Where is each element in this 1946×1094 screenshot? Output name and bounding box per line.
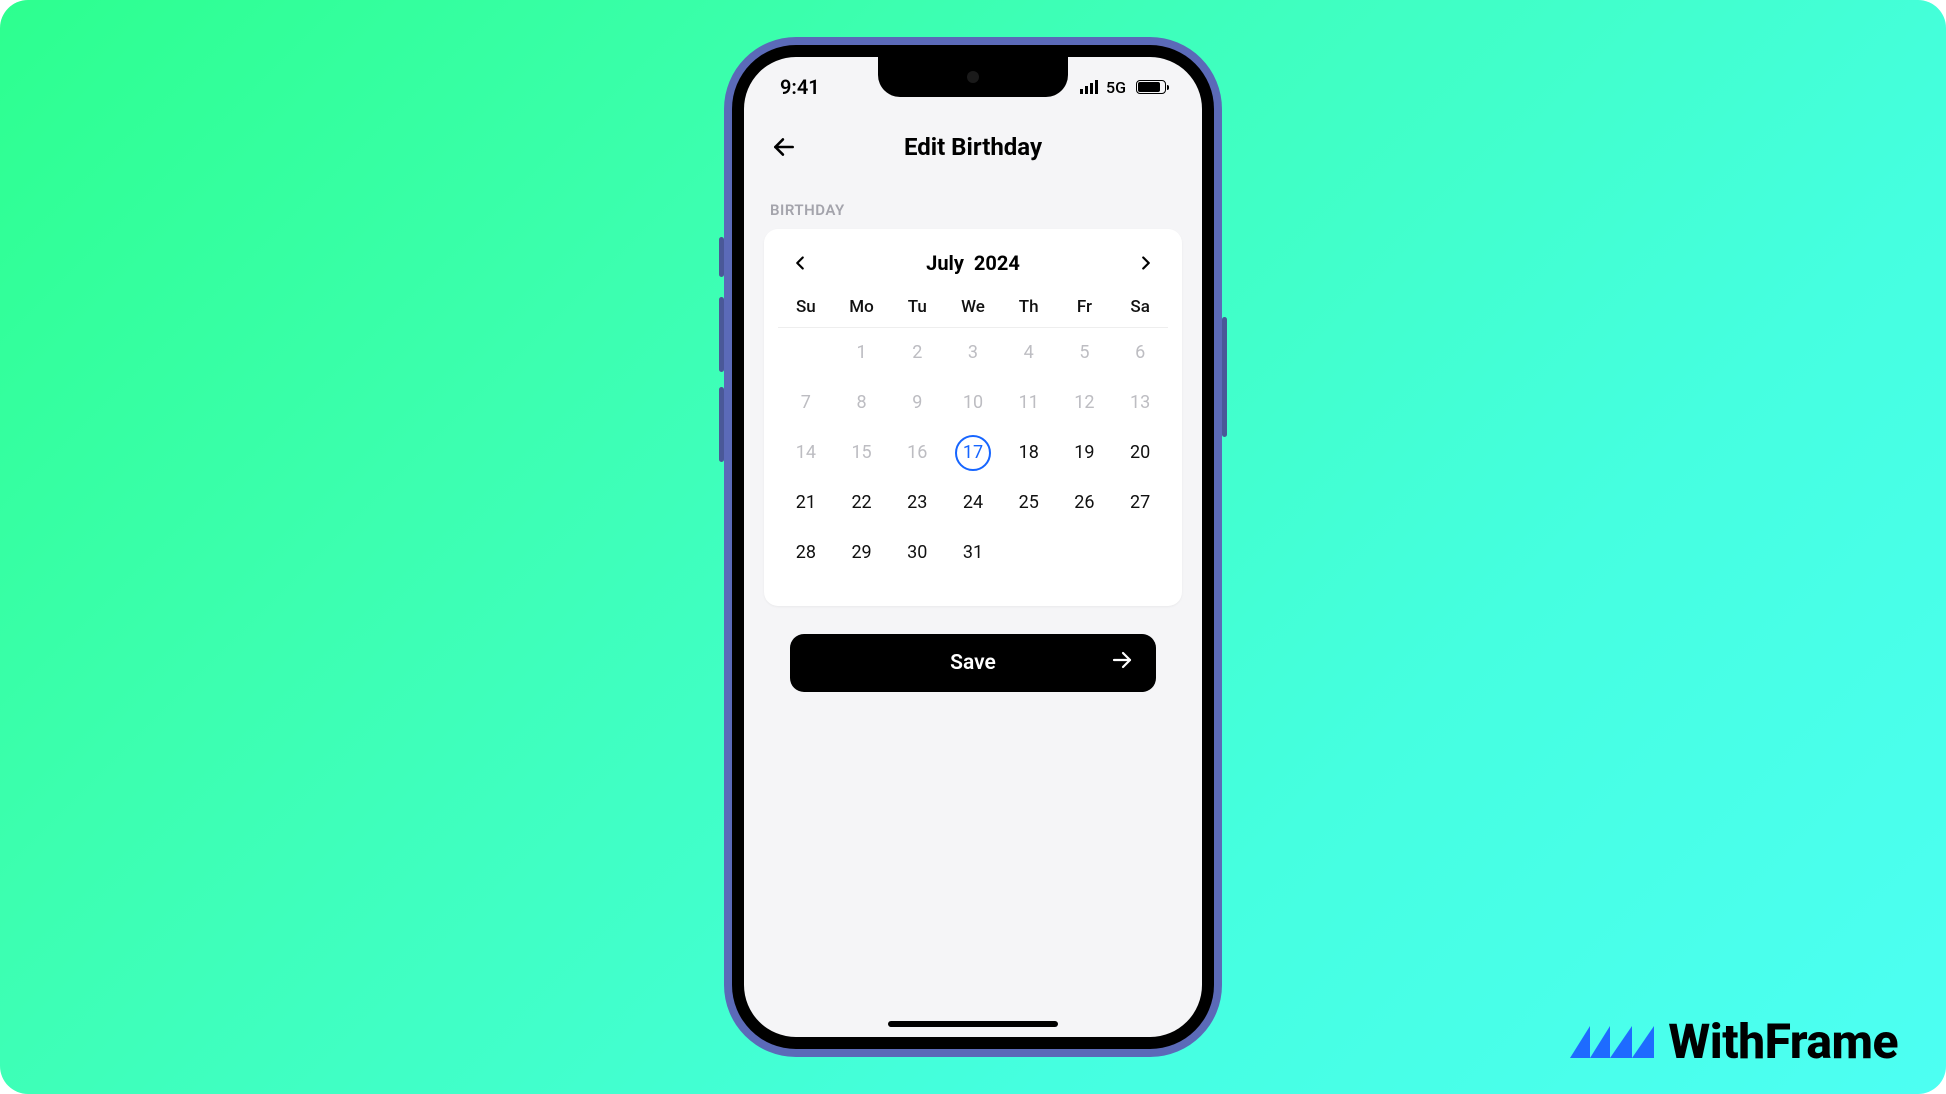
calendar-day-cell[interactable]: 17 bbox=[945, 428, 1001, 478]
calendar-day-cell[interactable]: 13 bbox=[1112, 378, 1168, 428]
calendar-day-cell[interactable]: 25 bbox=[1001, 478, 1057, 528]
calendar-month-year: July 2024 bbox=[926, 251, 1020, 275]
calendar-day-cell[interactable]: 31 bbox=[945, 528, 1001, 578]
save-button-label: Save bbox=[950, 651, 996, 675]
calendar-day-cell[interactable]: 20 bbox=[1112, 428, 1168, 478]
calendar-day-cell[interactable]: 26 bbox=[1057, 478, 1113, 528]
promo-background: 9:41 5G Edit Birthday bbox=[0, 0, 1946, 1094]
calendar-day-cell[interactable]: 8 bbox=[834, 378, 890, 428]
calendar-month-label: July bbox=[926, 251, 964, 275]
withframe-brand-text: WithFrame bbox=[1668, 1013, 1898, 1070]
home-indicator bbox=[888, 1021, 1058, 1027]
app-header: Edit Birthday bbox=[744, 119, 1202, 175]
withframe-brand: WithFrame bbox=[1570, 1013, 1898, 1070]
chevron-right-icon bbox=[1135, 252, 1157, 274]
calendar-day-cell[interactable]: 14 bbox=[778, 428, 834, 478]
calendar-dow-cell: Fr bbox=[1057, 287, 1113, 328]
calendar-day-cell[interactable]: 18 bbox=[1001, 428, 1057, 478]
status-right-cluster: 5G bbox=[1080, 78, 1166, 97]
withframe-logo-icon bbox=[1570, 1014, 1654, 1070]
calendar-dow-cell: Mo bbox=[834, 287, 890, 328]
phone-notch bbox=[878, 57, 1068, 97]
calendar-day-cell[interactable]: 16 bbox=[889, 428, 945, 478]
calendar-day-cell[interactable]: 15 bbox=[834, 428, 890, 478]
calendar-day-cell[interactable]: 11 bbox=[1001, 378, 1057, 428]
app-screen: 9:41 5G Edit Birthday bbox=[744, 57, 1202, 1037]
network-label: 5G bbox=[1106, 78, 1126, 97]
section-label-birthday: BIRTHDAY bbox=[764, 187, 1182, 229]
chevron-left-icon bbox=[789, 252, 811, 274]
calendar-prev-month-button[interactable] bbox=[784, 247, 816, 279]
calendar-day-cell[interactable]: 2 bbox=[889, 328, 945, 378]
calendar-day-cell[interactable]: 19 bbox=[1057, 428, 1113, 478]
phone-power-button bbox=[1222, 317, 1227, 437]
calendar-dow-cell: Tu bbox=[889, 287, 945, 328]
page-title: Edit Birthday bbox=[764, 133, 1182, 161]
phone-silent-switch bbox=[719, 237, 724, 277]
calendar-day-cell[interactable]: 10 bbox=[945, 378, 1001, 428]
calendar-blank-cell bbox=[778, 328, 834, 378]
calendar-day-cell[interactable]: 22 bbox=[834, 478, 890, 528]
calendar-day-cell[interactable]: 30 bbox=[889, 528, 945, 578]
calendar-day-cell[interactable]: 7 bbox=[778, 378, 834, 428]
calendar-card: July2024 SuMoTuWeThFrSa 1234567891011121… bbox=[764, 229, 1182, 606]
calendar-day-cell[interactable]: 4 bbox=[1001, 328, 1057, 378]
calendar-dow-cell: Su bbox=[778, 287, 834, 328]
cellular-signal-icon bbox=[1080, 80, 1098, 94]
phone-mockup: 9:41 5G Edit Birthday bbox=[724, 37, 1222, 1057]
status-time: 9:41 bbox=[780, 75, 820, 99]
calendar-day-cell[interactable]: 3 bbox=[945, 328, 1001, 378]
calendar-next-month-button[interactable] bbox=[1130, 247, 1162, 279]
calendar-day-cell[interactable]: 9 bbox=[889, 378, 945, 428]
save-button[interactable]: Save bbox=[790, 634, 1156, 692]
calendar-dow-row: SuMoTuWeThFrSa bbox=[778, 287, 1168, 328]
calendar-dow-cell: Th bbox=[1001, 287, 1057, 328]
calendar-dow-cell: We bbox=[945, 287, 1001, 328]
calendar-day-cell[interactable]: 6 bbox=[1112, 328, 1168, 378]
phone-volume-up bbox=[719, 297, 724, 372]
calendar-day-cell[interactable]: 27 bbox=[1112, 478, 1168, 528]
calendar-day-cell[interactable]: 28 bbox=[778, 528, 834, 578]
calendar-day-cell[interactable]: 12 bbox=[1057, 378, 1113, 428]
phone-volume-down bbox=[719, 387, 724, 462]
calendar-day-cell[interactable]: 23 bbox=[889, 478, 945, 528]
calendar-day-cell[interactable]: 21 bbox=[778, 478, 834, 528]
calendar-day-cell[interactable]: 29 bbox=[834, 528, 890, 578]
calendar-day-cell[interactable]: 24 bbox=[945, 478, 1001, 528]
calendar-dow-cell: Sa bbox=[1112, 287, 1168, 328]
calendar-day-cell[interactable]: 5 bbox=[1057, 328, 1113, 378]
arrow-right-icon bbox=[1110, 648, 1134, 678]
battery-icon bbox=[1136, 80, 1166, 94]
calendar-year-label: 2024 bbox=[974, 251, 1020, 275]
calendar-day-cell[interactable]: 1 bbox=[834, 328, 890, 378]
calendar-days-grid: 1234567891011121314151617181920212223242… bbox=[778, 328, 1168, 578]
